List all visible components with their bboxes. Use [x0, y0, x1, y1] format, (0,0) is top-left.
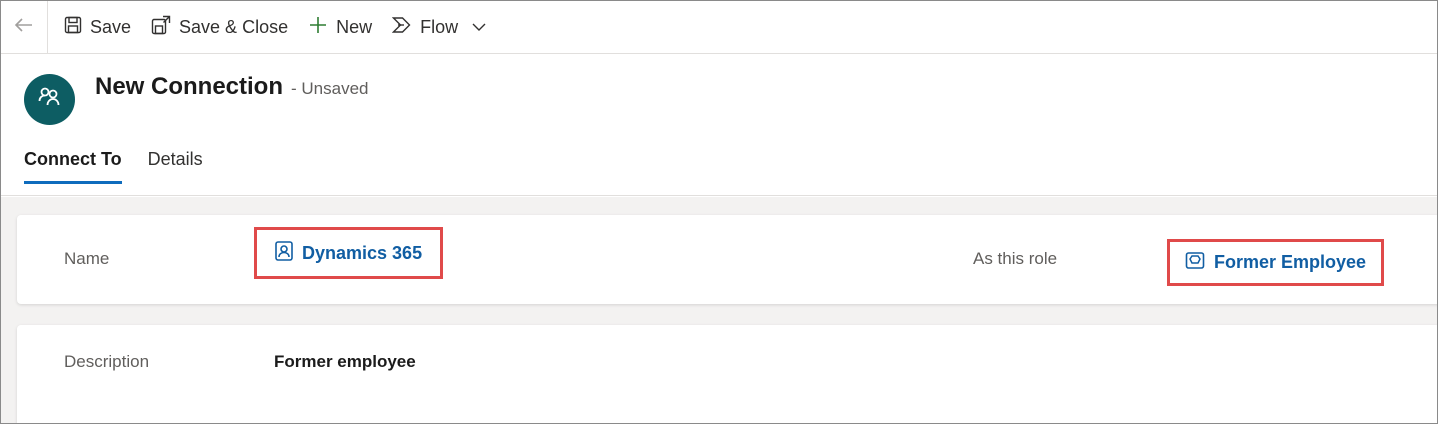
chevron-down-icon[interactable] [472, 23, 494, 32]
new-button[interactable]: New [298, 1, 382, 53]
tab-details[interactable]: Details [148, 149, 203, 184]
flow-button[interactable]: Flow [382, 1, 504, 53]
description-section: Description Former employee [17, 325, 1437, 423]
save-label: Save [90, 16, 132, 37]
role-lookup-link[interactable]: Former Employee [1167, 239, 1385, 286]
page-title: New Connection [95, 73, 284, 100]
new-label: New [336, 16, 373, 37]
tab-list: Connect To Details [24, 149, 229, 184]
save-icon [64, 16, 90, 39]
role-icon [1185, 250, 1214, 275]
connect-to-section: Name Dynamics 365 As this role Former Em… [17, 215, 1437, 304]
plus-icon [308, 15, 336, 40]
form-header: New Connection - Unsaved Connect To Deta… [1, 55, 1437, 196]
form-body: Name Dynamics 365 As this role Former Em… [1, 197, 1437, 423]
save-close-icon [151, 15, 179, 40]
tab-connect-to[interactable]: Connect To [24, 149, 122, 184]
save-close-button[interactable]: Save & Close [141, 1, 298, 53]
back-button[interactable] [1, 1, 48, 53]
role-label: As this role [973, 249, 1058, 268]
name-value: Dynamics 365 [302, 242, 423, 263]
name-lookup-link[interactable]: Dynamics 365 [254, 227, 444, 279]
form-window: Save Save & Close New Flow New Connectio… [0, 0, 1438, 424]
name-label: Name [64, 249, 110, 268]
entity-avatar [24, 74, 75, 125]
connection-icon [38, 86, 62, 113]
contact-icon [275, 240, 302, 266]
role-value: Former Employee [1214, 252, 1367, 272]
flow-label: Flow [420, 16, 459, 37]
title-row: New Connection - Unsaved [95, 73, 369, 101]
description-label: Description [64, 352, 150, 371]
save-status: - Unsaved [291, 79, 369, 98]
flow-icon [391, 16, 420, 39]
description-value[interactable]: Former employee [274, 352, 416, 372]
save-close-label: Save & Close [179, 16, 289, 37]
save-button[interactable]: Save [48, 1, 141, 53]
command-bar: Save Save & Close New Flow [1, 1, 1437, 54]
back-arrow-icon [14, 17, 34, 38]
